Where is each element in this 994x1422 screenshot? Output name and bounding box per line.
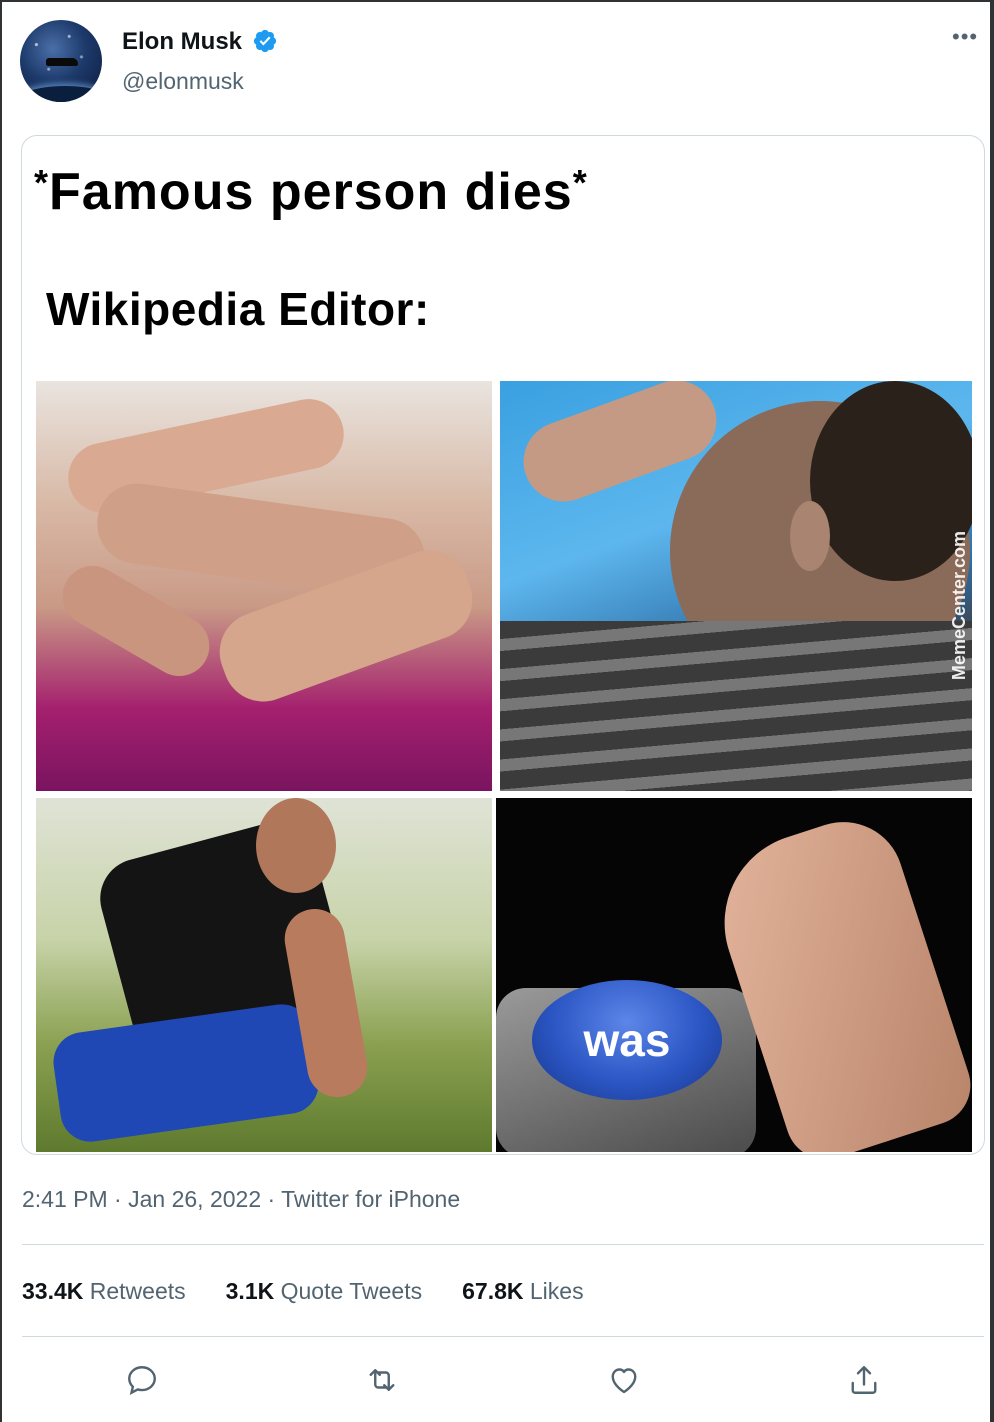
tweet-stats: 33.4K Retweets 3.1K Quote Tweets 67.8K L…	[22, 1278, 584, 1305]
tweet-time[interactable]: 2:41 PM	[22, 1186, 108, 1212]
author-name[interactable]: Elon Musk	[122, 28, 242, 56]
quotes-label: Quote Tweets	[280, 1278, 423, 1304]
action-bar	[0, 1360, 994, 1400]
retweets-stat[interactable]: 33.4K Retweets	[22, 1278, 186, 1305]
quotes-count: 3.1K	[225, 1278, 275, 1304]
like-icon	[611, 1368, 637, 1394]
retweet-button[interactable]	[362, 1360, 402, 1400]
avatar[interactable]	[20, 20, 102, 102]
meme-caption-top: *Famous person dies*	[34, 162, 588, 222]
watermark: MemeCenter.com	[949, 531, 969, 681]
was-button: was	[532, 980, 722, 1100]
retweets-label: Retweets	[89, 1278, 186, 1304]
verified-badge-icon	[253, 29, 277, 53]
meme-panel-stretch	[36, 798, 492, 1152]
shorts-shape	[49, 1000, 323, 1146]
avatar-car	[46, 58, 78, 66]
meme-panel-hands	[36, 381, 492, 791]
meme-caption-top-text: Famous person dies	[49, 163, 573, 221]
likes-stat[interactable]: 67.8K Likes	[462, 1278, 583, 1305]
quote-tweets-stat[interactable]: 3.1K Quote Tweets	[226, 1278, 422, 1305]
ear-shape	[790, 501, 830, 571]
share-icon	[851, 1366, 877, 1394]
head-shape	[256, 798, 336, 893]
asterisk-left: *	[34, 162, 50, 203]
share-button[interactable]	[844, 1360, 884, 1400]
striped-shirt-shape	[500, 621, 972, 791]
reply-icon	[128, 1366, 156, 1396]
divider	[22, 1244, 984, 1245]
finger-shape	[51, 555, 221, 687]
divider	[22, 1336, 984, 1337]
tweet-meta: 2:41 PM · Jan 26, 2022 · Twitter for iPh…	[22, 1186, 460, 1213]
window-left-edge	[0, 0, 2, 1422]
hair-shape	[810, 381, 972, 581]
meta-separator: ·	[267, 1186, 282, 1212]
author-handle[interactable]: @elonmusk	[122, 68, 244, 95]
retweets-count: 33.4K	[22, 1278, 84, 1304]
likes-count: 67.8K	[462, 1278, 524, 1304]
tweet-date[interactable]: Jan 26, 2022	[128, 1186, 261, 1212]
meta-separator: ·	[114, 1186, 129, 1212]
more-options-icon[interactable]: •••	[952, 24, 978, 50]
window-top-edge	[0, 0, 994, 2]
meme-panel-button: was	[496, 798, 972, 1152]
meme-caption-sub: Wikipedia Editor:	[46, 283, 430, 335]
retweet-icon	[369, 1369, 395, 1391]
reply-button[interactable]	[122, 1360, 162, 1400]
likes-label: Likes	[529, 1278, 584, 1304]
tweet-source[interactable]: Twitter for iPhone	[281, 1186, 460, 1212]
meme-panel-neck-crack: MemeCenter.com	[500, 381, 972, 791]
tweet-media[interactable]: *Famous person dies* Wikipedia Editor: M…	[21, 135, 985, 1155]
asterisk-right: *	[572, 162, 588, 203]
like-button[interactable]	[604, 1360, 644, 1400]
window-right-edge	[990, 0, 994, 1422]
